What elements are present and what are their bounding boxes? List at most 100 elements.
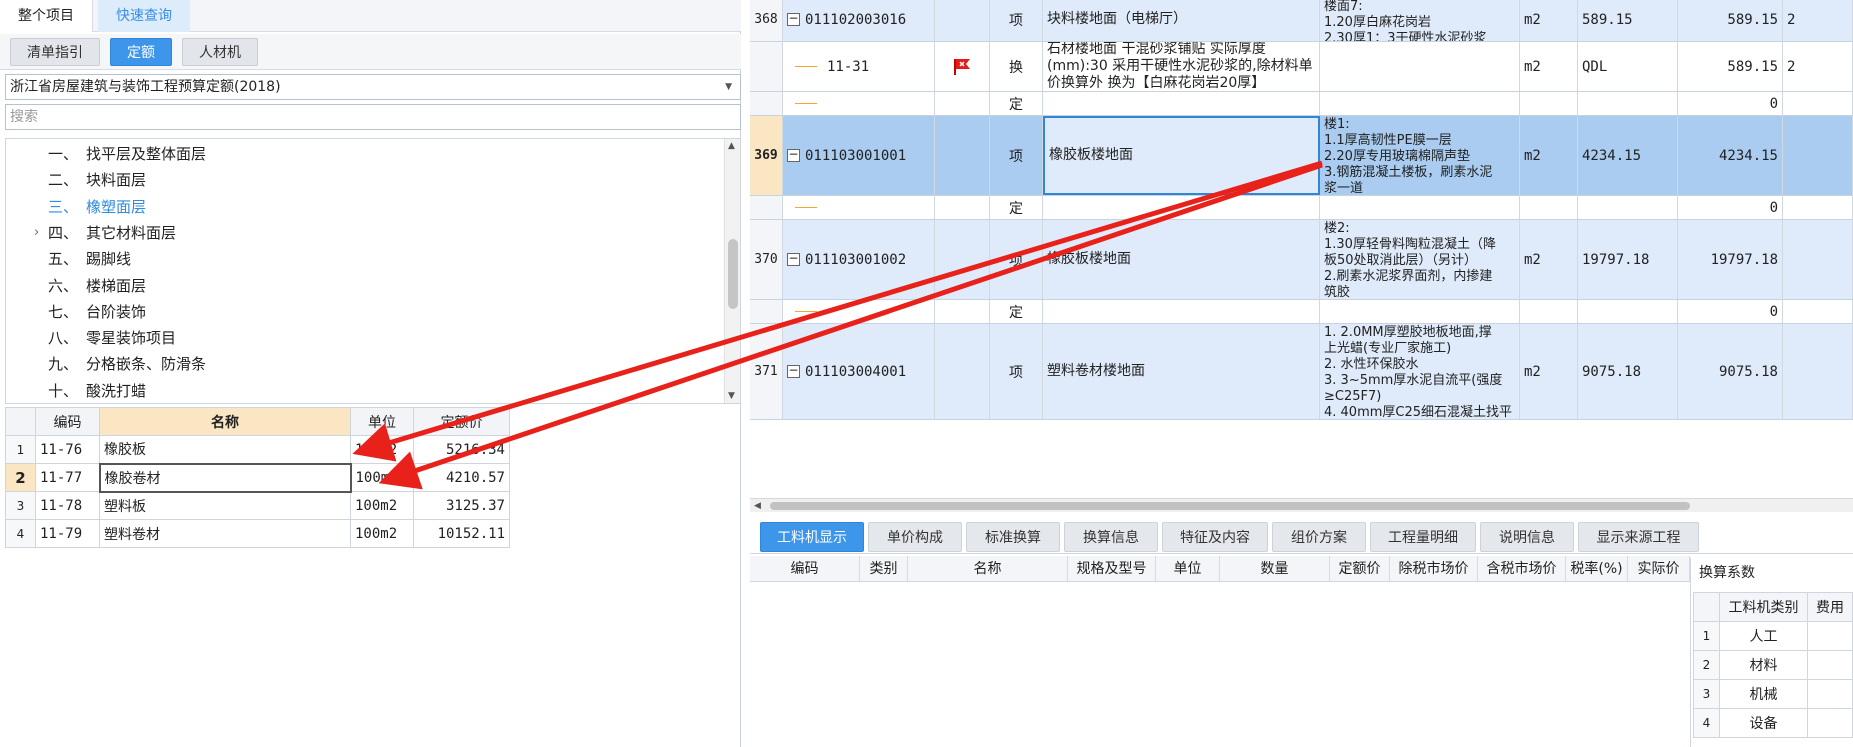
row-index[interactable]: 370 xyxy=(750,220,783,299)
code-cell[interactable]: −011103001002 xyxy=(783,220,935,299)
code-cell[interactable]: 11-77 xyxy=(35,463,100,492)
grid-horizontal-scrollbar[interactable]: ◀ xyxy=(750,498,1853,512)
row-index[interactable]: 371 xyxy=(750,324,783,419)
code-cell[interactable] xyxy=(783,196,935,219)
code-cell[interactable] xyxy=(783,92,935,115)
quantity-cell[interactable]: 19797.18 xyxy=(1678,220,1783,299)
features-cell[interactable] xyxy=(1320,92,1520,115)
type-cell[interactable]: 定 xyxy=(990,196,1043,219)
header-unit[interactable]: 单位 xyxy=(350,407,414,436)
detail-tab[interactable]: 说明信息 xyxy=(1480,522,1574,552)
row-index[interactable]: 4 xyxy=(5,519,36,548)
tree-item[interactable]: 八、 零星装饰项目 xyxy=(48,325,176,351)
unit-cell[interactable]: m2 xyxy=(1520,0,1578,41)
row-index[interactable]: 369 xyxy=(750,116,783,195)
quantity-cell[interactable]: 589.15 xyxy=(1678,0,1783,41)
tree-item[interactable]: 五、 踢脚线 xyxy=(48,246,131,272)
features-cell[interactable]: 楼2: 1.30厚轻骨料陶粒混凝土（降 板50处取消此层）（另计） 2.刷素水泥浆界面… xyxy=(1320,220,1520,299)
table-row[interactable]: 1 11-76 橡胶板 100m2 5216.34 xyxy=(5,435,510,464)
table-row[interactable]: 2 11-77 橡胶卷材 100m2 4210.57 xyxy=(5,462,510,493)
row-index[interactable] xyxy=(750,92,783,115)
tab-list-guide[interactable]: 清单指引 xyxy=(10,38,100,66)
grid-row[interactable]: 定0 xyxy=(750,300,1853,324)
quantity-expression-cell[interactable] xyxy=(1578,300,1678,323)
code-cell[interactable]: 11-76 xyxy=(35,435,100,464)
extra-cell[interactable]: 2 xyxy=(1783,42,1853,91)
flag-cell[interactable] xyxy=(935,116,990,195)
header-code[interactable]: 编码 xyxy=(35,407,100,436)
price-cell[interactable]: 10152.11 xyxy=(413,519,510,548)
name-cell[interactable]: 橡胶板楼地面 xyxy=(1043,220,1320,299)
column-header[interactable]: 规格及型号 xyxy=(1068,556,1156,582)
grid-row[interactable]: 11-31 换石材楼地面 干混砂浆铺贴 实际厚度(mm):30 采用干硬性水泥砂浆… xyxy=(750,42,1853,92)
expand-icon[interactable]: › xyxy=(34,220,39,246)
detail-tab[interactable]: 显示来源工程 xyxy=(1578,522,1699,552)
flag-icon[interactable] xyxy=(952,58,972,76)
type-cell[interactable]: 换 xyxy=(990,42,1043,91)
unit-cell[interactable]: m2 xyxy=(1520,116,1578,195)
detail-tab[interactable]: 工程量明细 xyxy=(1370,522,1476,552)
name-cell[interactable] xyxy=(1043,300,1320,323)
features-cell[interactable] xyxy=(1320,300,1520,323)
scroll-up-icon[interactable]: ▲ xyxy=(728,141,735,151)
tab-quick-query[interactable]: 快速查询 xyxy=(98,0,190,32)
tree-item[interactable]: 一、 找平层及整体面层 xyxy=(48,141,206,167)
quantity-expression-cell[interactable] xyxy=(1578,196,1678,219)
column-header[interactable]: 定额价 xyxy=(1330,556,1390,582)
scroll-left-icon[interactable]: ◀ xyxy=(754,499,761,513)
quota-library-select[interactable]: 浙江省房屋建筑与装饰工程预算定额(2018) ▼ xyxy=(5,74,741,100)
tree-item[interactable]: › 四、 其它材料面层 xyxy=(34,220,176,246)
row-index[interactable]: 3 xyxy=(5,491,36,520)
detail-tab[interactable]: 换算信息 xyxy=(1064,522,1158,552)
column-header[interactable]: 单位 xyxy=(1156,556,1220,582)
extra-cell[interactable] xyxy=(1783,196,1853,219)
column-header[interactable]: 数量 xyxy=(1220,556,1330,582)
quantity-cell[interactable]: 0 xyxy=(1678,92,1783,115)
type-cell[interactable]: 项 xyxy=(990,0,1043,41)
code-cell[interactable]: 11-79 xyxy=(35,519,100,548)
column-header[interactable]: 类别 xyxy=(860,556,908,582)
features-cell[interactable]: 1. 2.0MM厚塑胶地板地面,撑 上光蜡(专业厂家施工) 2. 水性环保胶水 3. … xyxy=(1320,324,1520,419)
table-row[interactable]: 3 11-78 塑料板 100m2 3125.37 xyxy=(5,491,510,520)
row-index[interactable] xyxy=(750,42,783,91)
coef-row[interactable]: 1 人工 xyxy=(1693,621,1853,651)
name-cell[interactable] xyxy=(1043,196,1320,219)
collapse-icon[interactable]: − xyxy=(787,252,800,266)
quantity-expression-cell[interactable] xyxy=(1578,92,1678,115)
unit-cell[interactable]: 100m2 xyxy=(350,435,414,464)
detail-tab[interactable]: 特征及内容 xyxy=(1162,522,1268,552)
flag-cell[interactable] xyxy=(935,220,990,299)
coef-category[interactable]: 人工 xyxy=(1719,621,1808,651)
name-cell[interactable]: 橡胶卷材 xyxy=(98,462,352,493)
tree-item[interactable]: 十、 酸洗打蜡 xyxy=(48,378,146,404)
tab-labor-material-machine[interactable]: 人材机 xyxy=(182,38,258,66)
features-cell[interactable] xyxy=(1320,42,1520,91)
features-cell[interactable] xyxy=(1320,196,1520,219)
extra-cell[interactable] xyxy=(1783,300,1853,323)
table-row[interactable]: 4 11-79 塑料卷材 100m2 10152.11 xyxy=(5,519,510,548)
price-cell[interactable]: 5216.34 xyxy=(413,435,510,464)
coef-category[interactable]: 设备 xyxy=(1719,708,1808,738)
unit-cell[interactable]: 100m2 xyxy=(350,491,414,520)
header-name[interactable]: 名称 xyxy=(99,407,351,436)
features-cell[interactable]: 楼面7: 1.20厚白麻花岗岩 2.30厚1：3干硬性水泥砂浆 xyxy=(1320,0,1520,41)
quantity-cell[interactable]: 4234.15 xyxy=(1678,116,1783,195)
row-index[interactable] xyxy=(750,196,783,219)
type-cell[interactable]: 项 xyxy=(990,220,1043,299)
quantity-cell[interactable]: 0 xyxy=(1678,196,1783,219)
row-index[interactable]: 2 xyxy=(5,463,36,492)
extra-cell[interactable] xyxy=(1783,116,1853,195)
tab-quota[interactable]: 定额 xyxy=(110,38,172,66)
detail-tab[interactable]: 单价构成 xyxy=(868,522,962,552)
grid-row[interactable]: 370−011103001002 项橡胶板楼地面 楼2: 1.30厚轻骨料陶粒混凝土（… xyxy=(750,220,1853,300)
quantity-expression-cell[interactable]: 19797.18 xyxy=(1578,220,1678,299)
code-cell[interactable] xyxy=(783,300,935,323)
column-header[interactable]: 实际价 xyxy=(1628,556,1690,582)
extra-cell[interactable] xyxy=(1783,220,1853,299)
header-price[interactable]: 定额价 xyxy=(413,407,510,436)
name-cell[interactable]: 橡胶板楼地面 xyxy=(1043,116,1320,195)
name-cell[interactable]: 塑料板 xyxy=(99,491,351,520)
column-header[interactable]: 税率(%) xyxy=(1566,556,1628,582)
tree-item[interactable]: 九、 分格嵌条、防滑条 xyxy=(48,351,206,377)
unit-cell[interactable]: m2 xyxy=(1520,42,1578,91)
